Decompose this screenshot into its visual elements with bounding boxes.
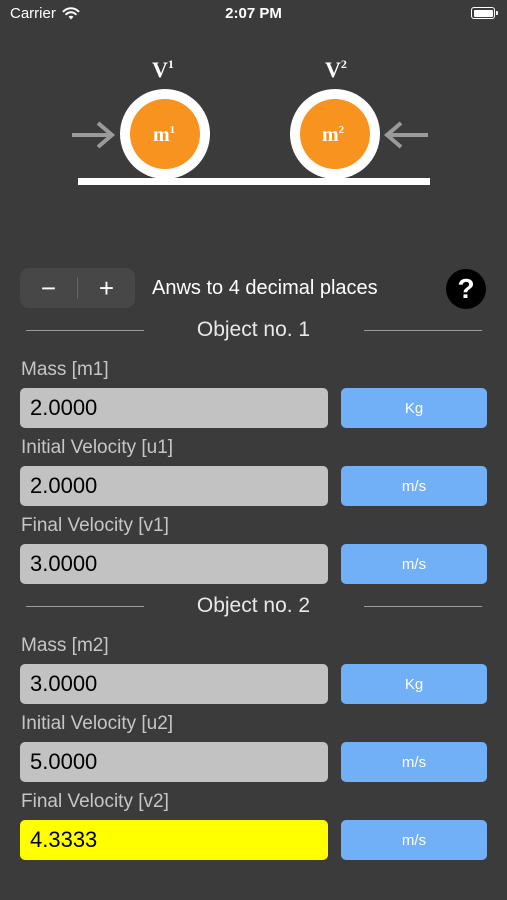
mass-1-unit-button[interactable]: Kg [341,388,487,428]
object-1-header: Object no. 1 [0,316,507,346]
mass-2-ball: m2 [290,89,380,179]
divider-line [364,330,482,331]
final-velocity-1-unit-button[interactable]: m/s [341,544,487,584]
mass-2-label: Mass [m2] [21,635,109,656]
decrement-button[interactable]: − [20,268,77,308]
initial-velocity-1-unit-button[interactable]: m/s [341,466,487,506]
collision-diagram: V1 V2 m1 m2 [72,57,430,185]
left-arrow-icon [72,121,116,149]
initial-velocity-2-unit-button[interactable]: m/s [341,742,487,782]
mass-2-unit-button[interactable]: Kg [341,664,487,704]
final-velocity-1-label: Final Velocity [v1] [21,515,169,536]
decimal-stepper[interactable]: − + [20,268,135,308]
final-velocity-2-unit-button[interactable]: m/s [341,820,487,860]
initial-velocity-1-input[interactable]: 2.0000 [20,466,328,506]
divider-line [364,606,482,607]
increment-button[interactable]: + [78,268,135,308]
status-bar: Carrier 2:07 PM [0,0,507,30]
mass-1-label: Mass [m1] [21,359,109,380]
velocity-1-label: V1 [152,57,174,82]
ground-line [78,178,430,185]
mass-1-ball: m1 [120,89,210,179]
velocity-2-label: V2 [325,57,347,82]
decimal-places-label: Anws to 4 decimal places [152,277,378,299]
initial-velocity-2-label: Initial Velocity [u2] [21,713,174,734]
right-arrow-icon [383,121,428,149]
mass-1-input[interactable]: 2.0000 [20,388,328,428]
final-velocity-2-result[interactable]: 4.3333 [20,820,328,860]
initial-velocity-2-input[interactable]: 5.0000 [20,742,328,782]
object-2-header: Object no. 2 [0,592,507,622]
final-velocity-1-input[interactable]: 3.0000 [20,544,328,584]
final-velocity-2-label: Final Velocity [v2] [21,791,169,812]
help-button[interactable]: ? [446,269,486,309]
mass-2-input[interactable]: 3.0000 [20,664,328,704]
status-time: 2:07 PM [225,5,282,22]
battery-icon [471,7,498,19]
initial-velocity-1-label: Initial Velocity [u1] [21,437,174,458]
